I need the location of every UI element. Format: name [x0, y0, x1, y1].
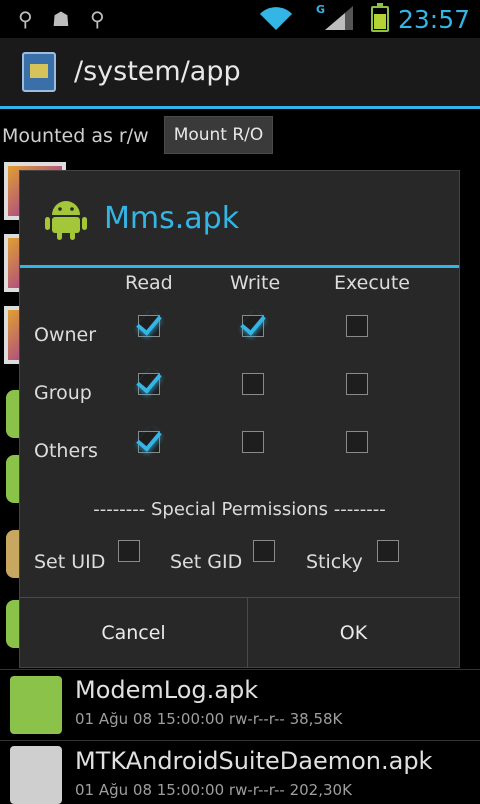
ok-button[interactable]: OK	[248, 598, 459, 668]
signal-icon	[325, 6, 353, 30]
android-apk-icon	[10, 676, 62, 734]
column-header-write: Write	[230, 272, 281, 294]
set-uid-checkbox[interactable]	[118, 540, 140, 562]
android-apk-icon	[10, 746, 62, 804]
sticky-label: Sticky	[306, 551, 363, 573]
status-bar: ⚲ ☗ ⚲ G 23:57	[0, 0, 480, 38]
cancel-button[interactable]: Cancel	[20, 598, 247, 668]
battery-charging-icon	[371, 3, 389, 32]
special-permissions-header: -------- Special Permissions --------	[93, 499, 386, 520]
list-divider	[0, 669, 480, 670]
column-header-read: Read	[125, 272, 173, 294]
row-label-others: Others	[34, 440, 98, 462]
clock: 23:57	[397, 5, 470, 34]
set-gid-label: Set GID	[170, 551, 243, 573]
others-execute-checkbox[interactable]	[346, 431, 368, 453]
group-write-checkbox[interactable]	[242, 373, 264, 395]
android-debug-icon: ☗	[52, 7, 70, 31]
file-manager-icon[interactable]	[22, 52, 56, 92]
file-name: ModemLog.apk	[75, 676, 259, 704]
column-header-execute: Execute	[334, 272, 410, 294]
sticky-checkbox[interactable]	[377, 540, 399, 562]
group-execute-checkbox[interactable]	[346, 373, 368, 395]
row-label-owner: Owner	[34, 324, 97, 346]
owner-read-checkbox[interactable]	[138, 315, 160, 337]
row-label-group: Group	[34, 382, 92, 404]
usb-icon: ⚲	[90, 7, 105, 31]
action-bar-divider	[0, 106, 480, 109]
network-type: G	[316, 3, 326, 16]
dialog-title: Mms.apk	[104, 201, 240, 236]
file-name: MTKAndroidSuiteDaemon.apk	[75, 747, 433, 775]
file-meta: 01 Ağu 08 15:00:00 rw-r--r-- 202,30K	[75, 781, 352, 799]
android-icon	[45, 201, 87, 240]
mount-status: Mounted as r/w	[2, 125, 149, 147]
permissions-dialog: Mms.apk Read Write Execute Owner Group O…	[19, 170, 460, 668]
set-gid-checkbox[interactable]	[253, 540, 275, 562]
action-bar: /system/app	[0, 38, 480, 106]
set-uid-label: Set UID	[34, 551, 106, 573]
owner-execute-checkbox[interactable]	[346, 315, 368, 337]
group-read-checkbox[interactable]	[138, 373, 160, 395]
path-title: /system/app	[74, 56, 241, 87]
wifi-icon	[260, 7, 292, 30]
others-read-checkbox[interactable]	[138, 431, 160, 453]
others-write-checkbox[interactable]	[242, 431, 264, 453]
owner-write-checkbox[interactable]	[242, 315, 264, 337]
mount-ro-button[interactable]: Mount R/O	[164, 116, 273, 154]
dialog-title-divider	[20, 265, 459, 268]
list-divider	[0, 740, 480, 741]
file-meta: 01 Ağu 08 15:00:00 rw-r--r-- 38,58K	[75, 710, 343, 728]
usb-icon: ⚲	[18, 7, 33, 31]
